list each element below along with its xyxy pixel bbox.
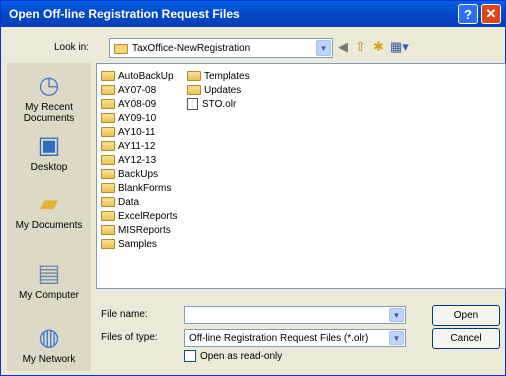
list-item[interactable]: BackUps [101,167,177,181]
file-name-input[interactable]: ▼ [184,306,406,324]
list-item[interactable]: AY12-13 [101,153,177,167]
list-item[interactable]: Templates [187,69,250,83]
back-icon[interactable]: ◀ [338,39,348,55]
up-folder-icon[interactable]: ⇧ [355,39,366,55]
folder-icon [101,239,115,249]
chevron-down-icon[interactable]: ▼ [316,40,331,56]
my-network-icon: ◍ [38,324,60,351]
folder-icon [101,85,115,95]
place-label: My Network [22,354,76,365]
place-my-network[interactable]: ◍ My Network [7,324,91,366]
folder-icon [101,183,115,193]
file-list[interactable]: AutoBackUp AY07-08 AY08-09 AY09-10 AY10-… [96,63,506,289]
list-item[interactable]: AY08-09 [101,97,177,111]
folder-icon [101,71,115,81]
file-name-label: File name: [101,309,148,320]
list-item[interactable]: AY11-12 [101,139,177,153]
recent-documents-icon: ◷ [38,72,60,99]
folder-icon [114,44,128,54]
folder-icon [101,211,115,221]
folder-icon [101,113,115,123]
list-item[interactable]: MISReports [101,223,177,237]
list-item[interactable]: STO.olr [187,97,250,111]
help-icon: ? [464,6,472,22]
place-my-documents[interactable]: ▰ My Documents [7,190,91,232]
open-file-dialog: Open Off-line Registration Request Files… [0,0,506,376]
folder-icon [101,197,115,207]
files-of-type-dropdown[interactable]: Off-line Registration Request Files (*.o… [184,329,406,347]
list-item[interactable]: AutoBackUp [101,69,177,83]
my-documents-icon: ▰ [39,190,59,217]
place-desktop[interactable]: ▣ Desktop [7,132,91,174]
look-in-label: Look in: [54,42,90,53]
place-recent-documents[interactable]: ◷ My Recent Documents [7,72,91,125]
help-button[interactable]: ? [458,4,478,24]
folder-icon [101,141,115,151]
list-item[interactable]: Data [101,195,177,209]
views-menu-icon[interactable]: ▦▾ [390,39,409,55]
place-label: My Documents [15,220,83,231]
close-icon: ✕ [485,6,497,21]
chevron-down-icon[interactable]: ▼ [389,331,404,345]
desktop-icon: ▣ [37,132,61,159]
folder-icon [187,71,201,81]
look-in-value: TaxOffice-NewRegistration [132,42,251,54]
place-label: My Recent Documents [23,102,75,124]
my-computer-icon: ▤ [37,260,61,287]
files-of-type-label: Files of type: [101,332,158,343]
file-column-1: AutoBackUp AY07-08 AY08-09 AY09-10 AY10-… [101,69,177,251]
places-bar: ◷ My Recent Documents ▣ Desktop ▰ My Doc… [7,63,91,371]
open-button[interactable]: Open [432,305,500,326]
folder-icon [101,169,115,179]
place-label: Desktop [30,162,68,173]
new-folder-icon[interactable]: ✱ [373,39,384,55]
place-label: My Computer [18,290,79,301]
list-item[interactable]: AY09-10 [101,111,177,125]
cancel-button[interactable]: Cancel [432,328,500,349]
list-item[interactable]: Updates [187,83,250,97]
read-only-label: Open as read-only [200,351,283,362]
title-bar: Open Off-line Registration Request Files… [1,1,505,27]
dialog-title: Open Off-line Registration Request Files [9,7,240,21]
folder-icon [101,155,115,165]
list-item[interactable]: BlankForms [101,181,177,195]
close-button[interactable]: ✕ [481,4,501,24]
place-my-computer[interactable]: ▤ My Computer [7,260,91,302]
look-in-dropdown[interactable]: TaxOffice-NewRegistration ▼ [109,38,333,58]
files-of-type-value: Off-line Registration Request Files (*.o… [189,332,369,344]
cancel-button-label: Cancel [450,333,482,344]
open-button-label: Open [453,310,479,321]
list-item[interactable]: AY07-08 [101,83,177,97]
folder-icon [101,99,115,109]
folder-icon [101,225,115,235]
folder-icon [101,127,115,137]
file-icon [187,98,198,110]
read-only-checkbox[interactable] [184,350,196,362]
chevron-down-icon[interactable]: ▼ [389,308,404,322]
folder-icon [187,85,201,95]
list-item[interactable]: Samples [101,237,177,251]
file-column-2: Templates Updates STO.olr [187,69,250,111]
list-item[interactable]: ExcelReports [101,209,177,223]
list-item[interactable]: AY10-11 [101,125,177,139]
